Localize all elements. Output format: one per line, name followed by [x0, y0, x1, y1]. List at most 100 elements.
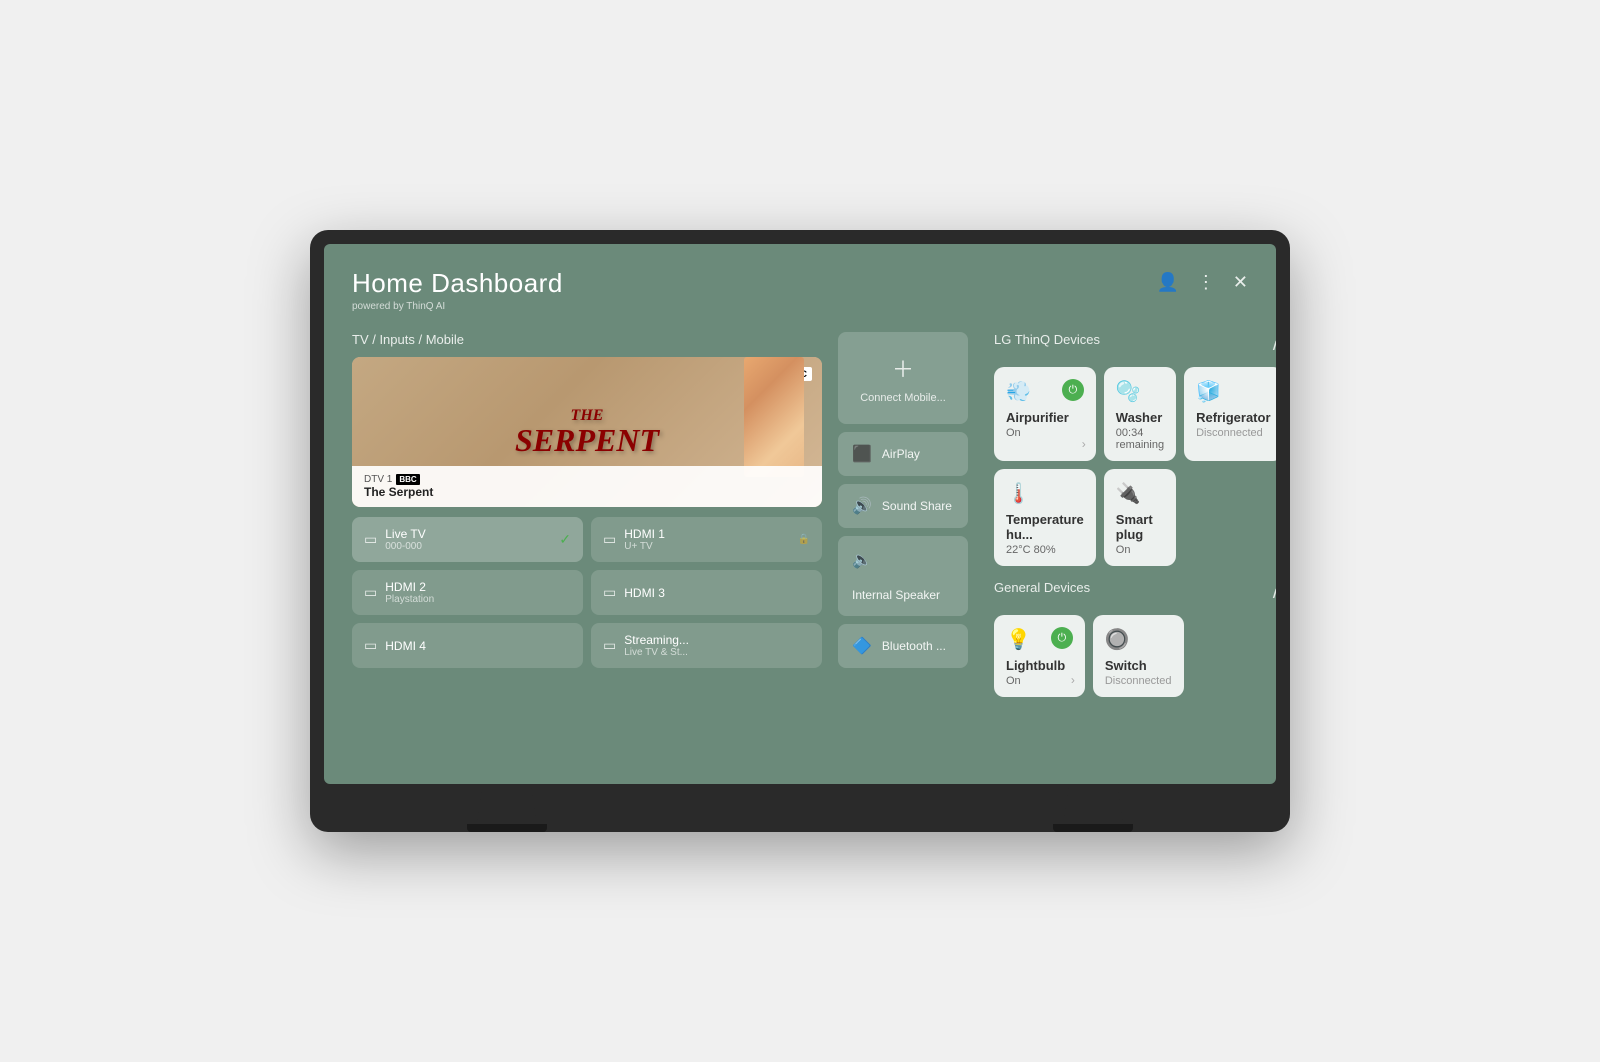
airpurifier-icon: 💨 [1006, 379, 1031, 404]
input-hdmi3[interactable]: ▭ HDMI 3 [591, 570, 822, 615]
page-title: Home Dashboard [352, 268, 563, 299]
hdmi2-icon: ▭ [364, 584, 377, 601]
refrigerator-status: Disconnected [1196, 427, 1270, 439]
hdmi3-text: HDMI 3 [624, 586, 665, 600]
device-smartplug[interactable]: 🔌 Smart plug On [1104, 469, 1176, 566]
hdmi3-icon: ▭ [603, 584, 616, 601]
switch-icon: 🔘 [1105, 627, 1130, 652]
thinq-section-header: LG ThinQ Devices ∧ [994, 332, 1276, 357]
input-hdmi2[interactable]: ▭ HDMI 2 Playstation [352, 570, 583, 615]
sound-share-icon: 🔊 [852, 496, 872, 516]
profile-icon[interactable]: 👤 [1156, 272, 1178, 293]
home-dashboard: Home Dashboard powered by ThinQ AI 👤 ⋮ ✕… [324, 244, 1276, 784]
show-name: The Serpent [364, 485, 810, 499]
washer-icon: 🫧 [1116, 379, 1141, 404]
washer-status: 00:34 remaining [1116, 427, 1164, 451]
general-section-label: General Devices [994, 580, 1090, 595]
airpurifier-header: 💨 ⏻ [1006, 379, 1084, 404]
lightbulb-arrow-icon: › [1071, 673, 1075, 687]
thinq-collapse-button[interactable]: ∧ [1271, 335, 1276, 355]
thinq-devices-grid: 💨 ⏻ Airpurifier On › 🫧 [994, 367, 1276, 566]
tv-frame: Home Dashboard powered by ThinQ AI 👤 ⋮ ✕… [310, 230, 1290, 832]
hdmi1-icon: ▭ [603, 531, 616, 548]
stand-right [1053, 784, 1133, 832]
more-options-icon[interactable]: ⋮ [1197, 272, 1215, 293]
show-title: THE SERPENT [515, 408, 659, 456]
lightbulb-status: On [1006, 675, 1073, 687]
plus-icon: ＋ [892, 352, 914, 384]
lightbulb-name: Lightbulb [1006, 658, 1073, 673]
airplay-tile[interactable]: ⬛ AirPlay [838, 432, 968, 476]
lightbulb-icon: 💡 [1006, 627, 1031, 652]
switch-name: Switch [1105, 658, 1172, 673]
switch-header: 🔘 [1105, 627, 1172, 652]
bluetooth-icon: 🔷 [852, 636, 872, 656]
device-airpurifier[interactable]: 💨 ⏻ Airpurifier On › [994, 367, 1096, 461]
input-grid: ▭ Live TV 000-000 ✓ ▭ HDMI 1 U+ TV [352, 517, 822, 668]
smartplug-header: 🔌 [1116, 481, 1164, 506]
tv-stand [324, 784, 1276, 832]
sound-share-tile[interactable]: 🔊 Sound Share [838, 484, 968, 528]
refrigerator-name: Refrigerator [1196, 410, 1270, 425]
smartplug-icon: 🔌 [1116, 481, 1141, 506]
channel-info: DTV 1 BBC [364, 474, 810, 485]
device-washer[interactable]: 🫧 Washer 00:34 remaining [1104, 367, 1176, 461]
tv-preview-card[interactable]: BBC THE SERPENT DTV [352, 357, 822, 507]
input-hdmi1[interactable]: ▭ HDMI 1 U+ TV 🔒 [591, 517, 822, 562]
input-live-tv[interactable]: ▭ Live TV 000-000 ✓ [352, 517, 583, 562]
stand-base-left [467, 824, 547, 832]
bluetooth-tile[interactable]: 🔷 Bluetooth ... [838, 624, 968, 668]
internal-speaker-icon: 🔈 [852, 550, 872, 570]
lock-icon: 🔒 [798, 534, 810, 545]
device-refrigerator[interactable]: 🧊 Refrigerator Disconnected [1184, 367, 1276, 461]
lightbulb-header: 💡 ⏻ [1006, 627, 1073, 652]
thinq-section-label: LG ThinQ Devices [994, 332, 1100, 347]
device-lightbulb[interactable]: 💡 ⏻ Lightbulb On › [994, 615, 1085, 697]
devices-panel: LG ThinQ Devices ∧ 💨 ⏻ Airpurifier [994, 332, 1276, 711]
audio-connect-panel: ＋ Connect Mobile... ⬛ AirPlay 🔊 Sound Sh… [838, 332, 968, 711]
internal-speaker-label: Internal Speaker [852, 588, 940, 602]
temperature-name: Temperature hu... [1006, 512, 1084, 542]
live-tv-text: Live TV 000-000 [385, 527, 425, 552]
live-tv-icon: ▭ [364, 531, 377, 548]
smartplug-name: Smart plug [1116, 512, 1164, 542]
airpurifier-power-button[interactable]: ⏻ [1062, 379, 1084, 401]
smartplug-status: On [1116, 544, 1164, 556]
hdmi4-text: HDMI 4 [385, 639, 426, 653]
general-collapse-button[interactable]: ∧ [1271, 583, 1276, 603]
header-icons: 👤 ⋮ ✕ [1156, 272, 1248, 293]
stand-left [467, 784, 547, 832]
general-devices-section: General Devices ∧ 💡 ⏻ Lightbulb [994, 580, 1276, 697]
temperature-status: 22°C 80% [1006, 544, 1084, 556]
refrigerator-header: 🧊 [1196, 379, 1270, 404]
streaming-icon: ▭ [603, 637, 616, 654]
hdmi2-text: HDMI 2 Playstation [385, 580, 434, 605]
tv-inputs-panel: TV / Inputs / Mobile BBC THE SERPENT [352, 332, 822, 711]
main-content: TV / Inputs / Mobile BBC THE SERPENT [352, 332, 1248, 711]
connect-mobile-label: Connect Mobile... [860, 392, 946, 404]
input-hdmi4[interactable]: ▭ HDMI 4 [352, 623, 583, 668]
airpurifier-status: On [1006, 427, 1084, 439]
stand-leg-left [477, 784, 537, 824]
device-switch[interactable]: 🔘 Switch Disconnected [1093, 615, 1184, 697]
airpurifier-name: Airpurifier [1006, 410, 1084, 425]
bbc-inline: BBC [396, 474, 419, 485]
lightbulb-power-button[interactable]: ⏻ [1051, 627, 1073, 649]
washer-name: Washer [1116, 410, 1164, 425]
active-check-icon: ✓ [559, 531, 571, 548]
streaming-text: Streaming... Live TV & St... [624, 633, 689, 658]
temperature-icon: 🌡️ [1006, 481, 1031, 506]
input-streaming[interactable]: ▭ Streaming... Live TV & St... [591, 623, 822, 668]
internal-speaker-tile[interactable]: 🔈 Internal Speaker [838, 536, 968, 616]
hdmi1-text: HDMI 1 U+ TV [624, 527, 665, 552]
airpurifier-arrow-icon: › [1082, 437, 1086, 451]
stand-base-right [1053, 824, 1133, 832]
close-icon[interactable]: ✕ [1233, 272, 1248, 293]
stand-leg-right [1063, 784, 1123, 824]
header-title-group: Home Dashboard powered by ThinQ AI [352, 268, 563, 312]
switch-status: Disconnected [1105, 675, 1172, 687]
device-temperature[interactable]: 🌡️ Temperature hu... 22°C 80% [994, 469, 1096, 566]
connect-mobile-tile[interactable]: ＋ Connect Mobile... [838, 332, 968, 424]
tv-preview-info: DTV 1 BBC The Serpent [352, 466, 822, 507]
tv-section-label: TV / Inputs / Mobile [352, 332, 822, 347]
